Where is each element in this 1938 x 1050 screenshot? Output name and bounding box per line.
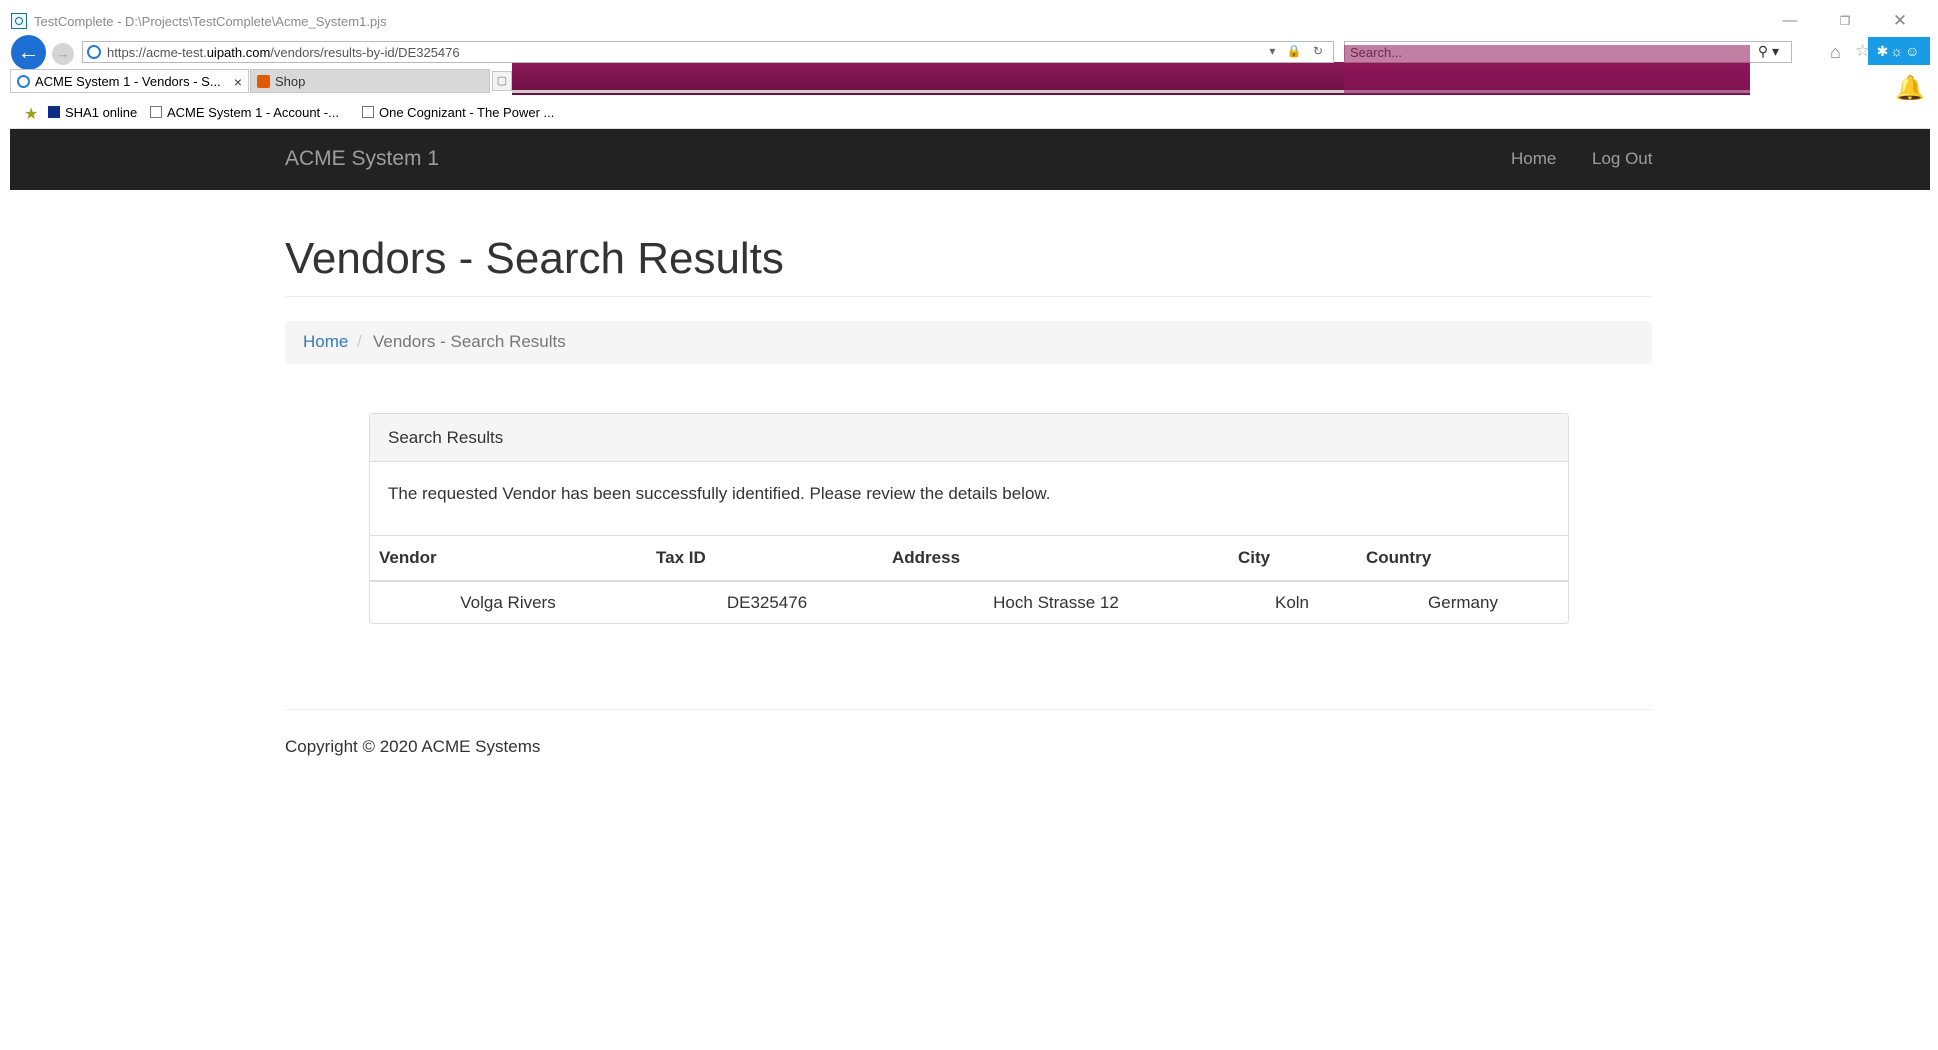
cell-vendor: Volga Rivers [460, 593, 556, 612]
search-input[interactable]: Search... [1350, 45, 1402, 60]
column-header-tax-id: Tax ID [656, 548, 706, 567]
close-window-button[interactable]: ✕ [1885, 10, 1915, 32]
favorite-label: SHA1 online [65, 105, 138, 120]
column-header-country: Country [1366, 548, 1432, 567]
minimize-button[interactable]: — [1775, 10, 1805, 32]
cell-city: Koln [1274, 593, 1310, 612]
favorite-acme-account[interactable]: ACME System 1 - Account -... [150, 105, 339, 120]
ie-page-icon [87, 45, 101, 59]
tab-label: Shop [275, 74, 306, 89]
title-divider [285, 296, 1652, 297]
url-text[interactable]: https://acme-test.uipath.com/vendors/res… [107, 45, 460, 60]
shop-tab-icon [257, 75, 270, 88]
url-domain: uipath.com [206, 45, 271, 60]
site-navbar: ACME System 1 Home Log Out [10, 129, 1930, 190]
cell-address: Hoch Strasse 12 [993, 593, 1119, 612]
favorite-label: ACME System 1 - Account -... [167, 105, 339, 120]
brand-link[interactable]: ACME System 1 [285, 147, 439, 171]
favorite-site-icon [362, 106, 374, 118]
restore-button[interactable]: ❐ [1830, 10, 1860, 32]
favorite-sha1-online[interactable]: SHA1 online [48, 105, 137, 120]
window-titlebar: TestComplete - D:\Projects\TestComplete\… [0, 0, 1938, 44]
table-header-divider [370, 580, 1568, 582]
nav-home-link[interactable]: Home [1511, 149, 1556, 169]
tab-label: ACME System 1 - Vendors - S... [35, 74, 221, 89]
forward-button[interactable]: → [52, 43, 74, 65]
breadcrumb-current: Vendors - Search Results [373, 332, 566, 351]
notification-badge[interactable]: ✱☼☺ [1868, 37, 1930, 65]
new-tab-button[interactable]: ▢ [492, 71, 512, 91]
column-header-address: Address [892, 548, 961, 567]
back-button[interactable]: ← [11, 35, 46, 70]
favorite-site-icon [48, 106, 60, 118]
nav-logout-link[interactable]: Log Out [1592, 149, 1653, 169]
overlay-progress-line [512, 90, 1750, 93]
panel-title: Search Results [388, 428, 504, 447]
browser-search-box[interactable]: Search... ⚲ ▾ [1344, 41, 1792, 63]
favorites-star-icon[interactable]: ★ [24, 104, 38, 124]
cell-tax-id: DE325476 [726, 593, 808, 612]
forward-arrow-icon: → [56, 46, 70, 61]
cell-country: Germany [1428, 593, 1498, 612]
favorite-site-icon [150, 106, 162, 118]
testcomplete-app-icon [11, 13, 27, 29]
url-path: /vendors/results-by-id/DE325476 [270, 45, 460, 60]
favorites-bar: ★ SHA1 online ACME System 1 - Account -.… [10, 100, 1930, 129]
breadcrumb: Home / Vendors - Search Results [285, 321, 1652, 364]
breadcrumb-home-link[interactable]: Home [303, 332, 348, 352]
column-header-vendor: Vendor [379, 548, 437, 567]
home-icon[interactable]: ⌂ [1830, 42, 1841, 63]
table-divider [370, 535, 1568, 536]
panel-heading: Search Results [370, 414, 1568, 462]
back-arrow-icon: ← [17, 39, 40, 64]
footer-copyright: Copyright © 2020 ACME Systems [285, 737, 541, 756]
bell-icon[interactable]: 🔔 [1895, 74, 1925, 103]
breadcrumb-separator: / [357, 332, 362, 351]
footer-divider [285, 709, 1652, 710]
favorite-one-cognizant[interactable]: One Cognizant - The Power ... [362, 105, 554, 120]
close-tab-icon[interactable]: × [234, 70, 242, 92]
result-message: The requested Vendor has been successful… [388, 484, 1051, 503]
tab-acme-vendors[interactable]: ACME System 1 - Vendors - S... × [10, 69, 249, 93]
window-title: TestComplete - D:\Projects\TestComplete\… [34, 14, 387, 29]
tab-shop[interactable]: Shop [250, 69, 490, 93]
column-header-city: City [1238, 548, 1271, 567]
page-title: Vendors - Search Results [285, 234, 784, 283]
url-prefix: https://acme-test. [107, 45, 207, 60]
search-icon[interactable]: ⚲ ▾ [1758, 43, 1779, 60]
search-results-panel: Search Results The requested Vendor has … [369, 413, 1569, 624]
ie-tab-icon [17, 75, 30, 88]
address-bar-icons[interactable]: ▾ 🔒 ↻ [1269, 44, 1327, 58]
address-bar[interactable]: https://acme-test.uipath.com/vendors/res… [82, 41, 1334, 63]
favorite-label: One Cognizant - The Power ... [379, 105, 555, 120]
